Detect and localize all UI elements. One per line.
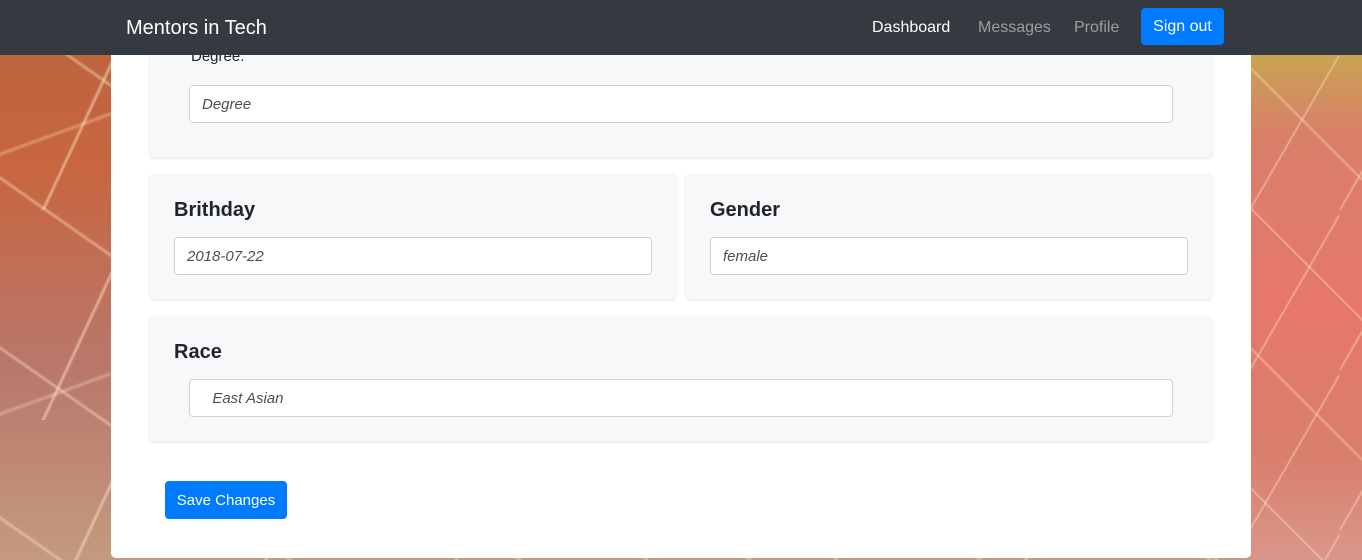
nav-link-profile[interactable]: Profile xyxy=(1074,18,1119,38)
race-card: Race xyxy=(150,316,1212,441)
brand-logo-text[interactable]: Mentors in Tech xyxy=(126,15,267,41)
top-navbar: Mentors in Tech Dashboard Messages Profi… xyxy=(0,0,1362,55)
gender-card: Gender xyxy=(686,174,1212,299)
nav-link-dashboard[interactable]: Dashboard xyxy=(872,18,950,38)
save-changes-button[interactable]: Save Changes xyxy=(165,481,287,519)
degree-card: Degree: xyxy=(150,45,1212,157)
birthday-title: Brithday xyxy=(174,199,256,221)
gender-title: Gender xyxy=(710,199,781,221)
race-title: Race xyxy=(174,341,222,363)
birthday-input[interactable] xyxy=(174,237,652,275)
degree-input[interactable] xyxy=(189,85,1173,123)
profile-form-container: Degree: Brithday Gender Race Save Change… xyxy=(111,45,1251,558)
gender-input[interactable] xyxy=(710,237,1188,275)
birthday-card: Brithday xyxy=(150,174,676,299)
nav-link-messages[interactable]: Messages xyxy=(978,18,1051,38)
race-input[interactable] xyxy=(189,379,1173,417)
sign-out-button[interactable]: Sign out xyxy=(1141,8,1224,45)
